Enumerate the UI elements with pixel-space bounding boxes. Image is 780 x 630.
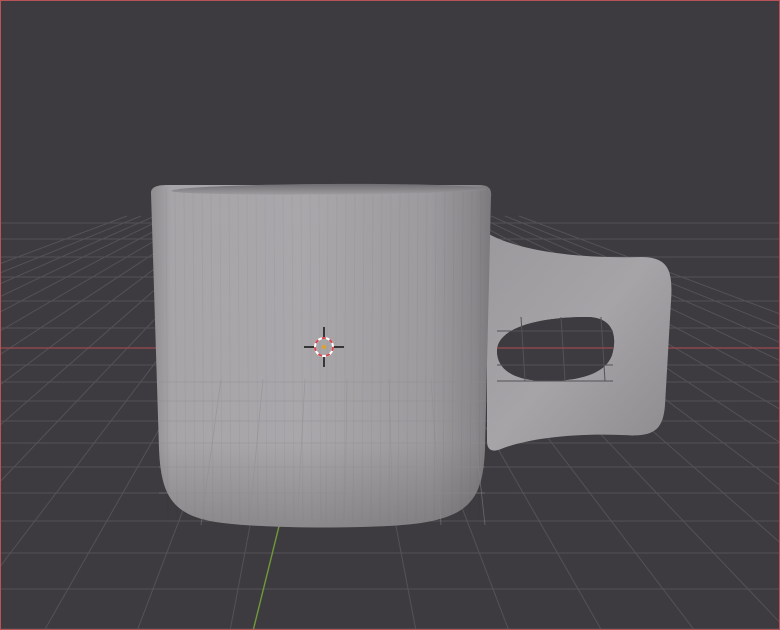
grid-line (1, 215, 156, 284)
grid-line (1, 215, 142, 274)
3d-viewport[interactable] (0, 0, 780, 630)
grid-line (1, 215, 170, 297)
mug-object[interactable] (151, 183, 672, 528)
viewport-canvas[interactable] (1, 1, 780, 630)
